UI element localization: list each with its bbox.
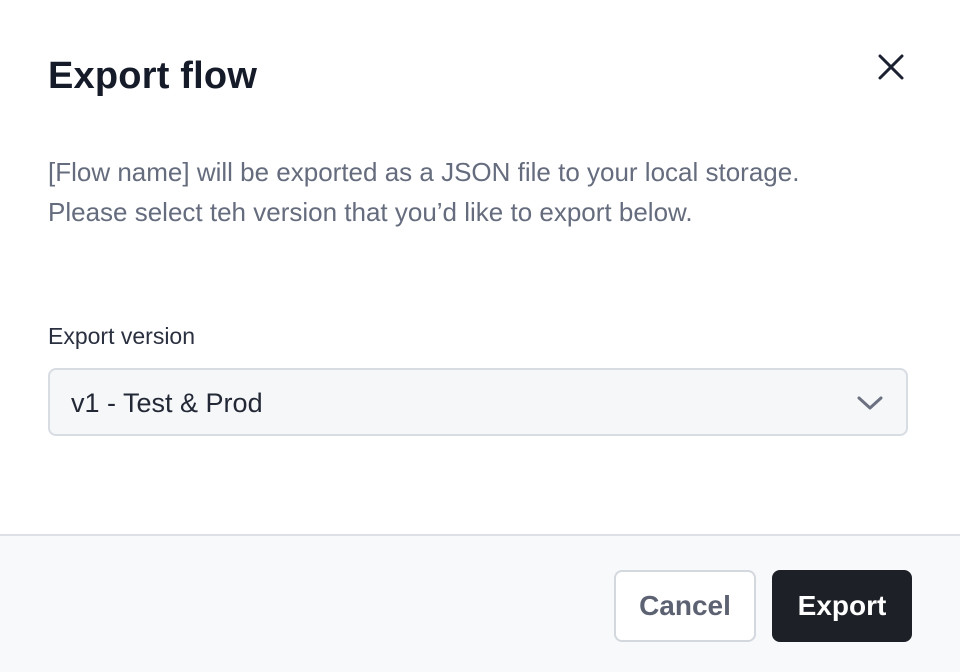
export-version-label: Export version	[48, 323, 196, 349]
dialog-description: [Flow name] will be exported as a JSON f…	[48, 157, 800, 227]
dialog-title: Export flow	[48, 55, 258, 97]
cancel-button[interactable]: Cancel	[614, 570, 756, 642]
export-version-select[interactable]: v1 - Test & Prod	[48, 368, 908, 436]
export-flow-dialog: Export flow [Flow name] will be exported…	[0, 0, 960, 672]
chevron-down-icon	[856, 394, 884, 417]
export-button[interactable]: Export	[772, 570, 912, 642]
export-version-value: v1 - Test & Prod	[71, 388, 263, 418]
dialog-footer: Cancel Export	[0, 534, 960, 672]
close-button[interactable]	[868, 46, 914, 92]
close-icon	[877, 53, 905, 86]
